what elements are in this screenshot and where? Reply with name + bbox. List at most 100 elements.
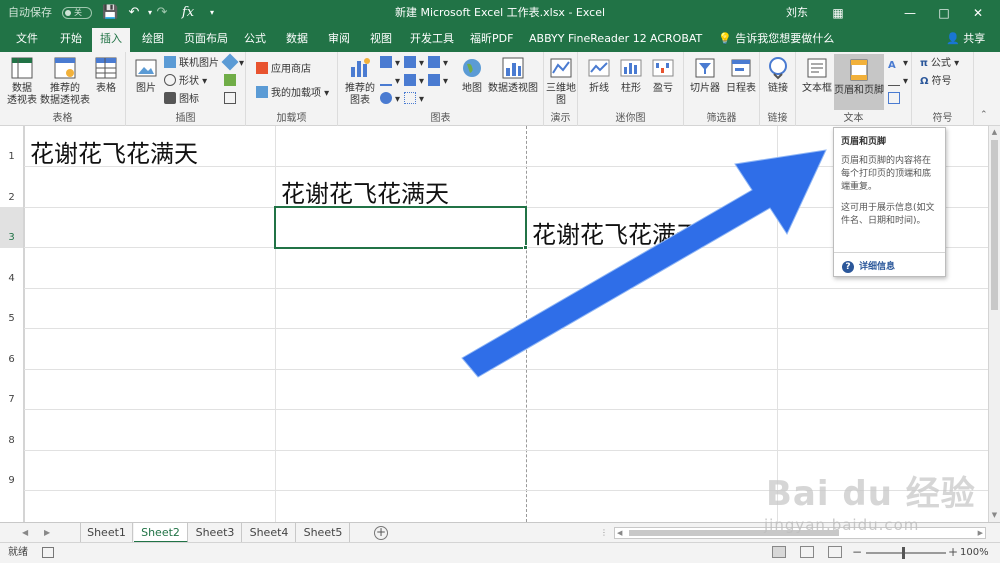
group-label-charts: 图表 bbox=[430, 113, 451, 124]
tab-abbyy[interactable]: ABBYY FineReader 12 bbox=[527, 26, 649, 52]
scroll-up-icon[interactable]: ▲ bbox=[989, 128, 1000, 136]
group-addins: 应用商店 我的加载项 ▾ 加载项 bbox=[246, 52, 338, 126]
sheet-tab-sheet1[interactable]: Sheet1 bbox=[81, 523, 133, 543]
smartart-button[interactable] bbox=[224, 74, 239, 90]
row-number-selected[interactable]: 3 bbox=[0, 207, 24, 248]
equation-button[interactable]: π 公式 ▾ bbox=[920, 56, 959, 72]
tab-split-icon[interactable]: ⋮ bbox=[600, 523, 608, 543]
tab-data[interactable]: 数据 bbox=[284, 26, 310, 52]
tab-acrobat[interactable]: ACROBAT bbox=[648, 26, 704, 52]
row-number[interactable]: 2 bbox=[0, 167, 24, 207]
timeline-button[interactable]: 日程表 bbox=[724, 55, 758, 95]
scroll-left-icon[interactable]: ◀ bbox=[617, 529, 622, 537]
link-button[interactable]: 链接 bbox=[762, 55, 794, 95]
row-number[interactable]: 6 bbox=[0, 329, 24, 369]
minimize-button[interactable]: — bbox=[894, 0, 926, 26]
row-number[interactable]: 4 bbox=[0, 248, 24, 288]
hierarchy-chart-button[interactable]: ▾ bbox=[404, 56, 424, 72]
collapse-ribbon-icon[interactable]: ⌃ bbox=[980, 110, 988, 120]
tab-draw[interactable]: 绘图 bbox=[140, 26, 166, 52]
online-picture-button[interactable]: 联机图片 bbox=[164, 56, 219, 72]
textbox-button[interactable]: 文本框 bbox=[800, 55, 834, 95]
next-sheet-icon[interactable]: ▶ bbox=[44, 523, 50, 543]
normal-view-icon[interactable] bbox=[772, 546, 786, 558]
row-number[interactable]: 7 bbox=[0, 369, 24, 410]
tab-view[interactable]: 视图 bbox=[368, 26, 394, 52]
zoom-in-icon[interactable]: + bbox=[948, 545, 958, 559]
my-addins-button[interactable]: 我的加载项 ▾ bbox=[256, 86, 329, 102]
3d-map-button[interactable]: 三维地 图 bbox=[546, 55, 576, 107]
pie-chart-button[interactable]: ▾ bbox=[380, 92, 400, 108]
sheet-tab-sheet4[interactable]: Sheet4 bbox=[243, 523, 296, 543]
add-sheet-icon[interactable]: + bbox=[374, 526, 388, 540]
recommended-pivot-button[interactable]: 推荐的 数据透视表 bbox=[40, 55, 90, 107]
picture-button[interactable]: 图片 bbox=[132, 55, 160, 95]
pivot-table-button[interactable]: 数据 透视表 bbox=[4, 55, 40, 107]
line-chart-button[interactable]: ▾ bbox=[380, 74, 400, 90]
statistic-chart-button[interactable]: ▾ bbox=[404, 74, 424, 90]
zoom-slider[interactable] bbox=[866, 547, 946, 559]
map-chart-button[interactable]: 地图 bbox=[458, 55, 486, 95]
cell-b2[interactable]: 花谢花飞花满天 bbox=[281, 174, 449, 209]
maximize-button[interactable]: □ bbox=[928, 0, 960, 26]
scatter-chart-button[interactable]: ▾ bbox=[404, 92, 424, 108]
cell-c3[interactable]: 花谢花飞花满天 bbox=[532, 215, 700, 250]
tell-me-search[interactable]: 💡 告诉我您想要做什么 bbox=[716, 26, 836, 52]
sparkline-column-button[interactable]: 柱形 bbox=[616, 55, 646, 95]
cell-a1[interactable]: 花谢花飞花满天 bbox=[30, 134, 198, 169]
fill-handle[interactable] bbox=[523, 245, 528, 250]
table-button[interactable]: 表格 bbox=[92, 55, 120, 95]
wordart-button[interactable]: A ▾ bbox=[888, 56, 908, 72]
macro-record-icon[interactable] bbox=[42, 547, 54, 558]
signature-line-button[interactable]: ▾ bbox=[888, 74, 908, 90]
selected-cell-b3[interactable] bbox=[274, 206, 527, 249]
column-chart-button[interactable]: ▾ bbox=[380, 56, 400, 72]
row-number[interactable]: 5 bbox=[0, 288, 24, 329]
shapes-button[interactable]: 形状 ▾ bbox=[164, 74, 207, 90]
icons-icon bbox=[164, 92, 176, 104]
store-button[interactable]: 应用商店 bbox=[256, 62, 311, 78]
row-number[interactable]: 1 bbox=[0, 126, 24, 167]
sheet-tab-sheet5[interactable]: Sheet5 bbox=[297, 523, 350, 543]
zoom-level[interactable]: 100% bbox=[960, 543, 989, 563]
icons-button[interactable]: 图标 bbox=[164, 92, 199, 108]
close-button[interactable]: ✕ bbox=[962, 0, 994, 26]
tab-insert[interactable]: 插入 bbox=[92, 28, 130, 52]
tab-formulas[interactable]: 公式 bbox=[242, 26, 268, 52]
waterfall-chart-button[interactable]: ▾ bbox=[428, 56, 448, 72]
tab-developer[interactable]: 开发工具 bbox=[408, 26, 456, 52]
tooltip-more-info-link[interactable]: ? 详细信息 bbox=[842, 259, 895, 273]
object-button[interactable] bbox=[888, 92, 903, 108]
tab-home[interactable]: 开始 bbox=[58, 26, 84, 52]
sheet-tab-sheet3[interactable]: Sheet3 bbox=[189, 523, 242, 543]
sparkline-line-button[interactable]: 折线 bbox=[584, 55, 614, 95]
ribbon-display-icon[interactable]: ▦ bbox=[822, 0, 854, 26]
3d-models-button[interactable]: ▾ bbox=[221, 53, 244, 72]
sheet-tab-sheet2[interactable]: Sheet2 bbox=[134, 523, 188, 543]
pivot-chart-button[interactable]: 数据透视图 bbox=[486, 55, 540, 95]
zoom-slider-knob[interactable] bbox=[902, 547, 905, 559]
page-break-view-icon[interactable] bbox=[828, 546, 842, 558]
page-layout-view-icon[interactable] bbox=[800, 546, 814, 558]
scroll-down-icon[interactable]: ▼ bbox=[989, 511, 1000, 519]
slicer-button[interactable]: 切片器 bbox=[688, 55, 722, 95]
map-chart-label: 地图 bbox=[462, 83, 482, 94]
combo-chart-button[interactable]: ▾ bbox=[428, 74, 448, 90]
user-name[interactable]: 刘东 bbox=[786, 0, 808, 26]
row-number[interactable]: 9 bbox=[0, 450, 24, 522]
tab-review[interactable]: 审阅 bbox=[326, 26, 352, 52]
screenshot-button[interactable] bbox=[224, 92, 239, 108]
symbol-button[interactable]: Ω 符号 bbox=[920, 74, 952, 90]
tab-foxit-pdf[interactable]: 福昕PDF bbox=[468, 26, 515, 52]
tab-file[interactable]: 文件 bbox=[14, 26, 40, 52]
recommended-charts-icon bbox=[351, 58, 370, 77]
sparkline-winloss-button[interactable]: 盈亏 bbox=[648, 55, 678, 95]
vertical-scroll-thumb[interactable] bbox=[991, 140, 998, 310]
zoom-out-icon[interactable]: − bbox=[852, 545, 862, 559]
share-button[interactable]: 👤 共享 bbox=[946, 26, 985, 52]
row-number[interactable]: 8 bbox=[0, 410, 24, 450]
tab-page-layout[interactable]: 页面布局 bbox=[182, 26, 230, 52]
prev-sheet-icon[interactable]: ◀ bbox=[22, 523, 28, 543]
header-footer-button[interactable]: 页眉和页脚 bbox=[834, 54, 884, 110]
recommended-charts-button[interactable]: 推荐的 图表 bbox=[342, 55, 378, 107]
